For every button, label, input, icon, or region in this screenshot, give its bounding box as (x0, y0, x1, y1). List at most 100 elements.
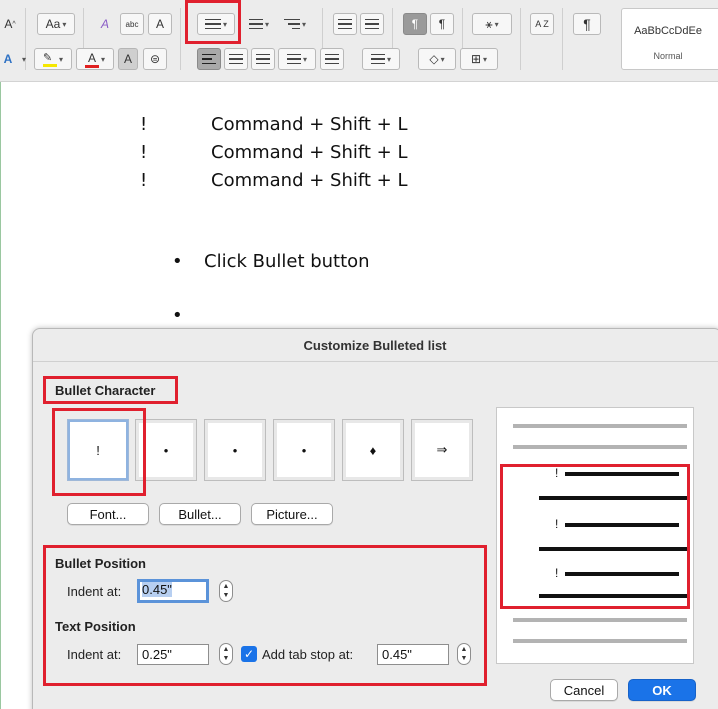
increase-indent-button[interactable] (360, 13, 384, 35)
chevron-down-icon: ▾ (58, 54, 63, 64)
chevron-down-icon: ▾ (302, 54, 307, 64)
text-effects-button[interactable]: A (0, 48, 16, 70)
ltr-button[interactable]: ¶ (403, 13, 427, 35)
font-color-icon: A (84, 51, 99, 68)
ribbon-toolbar: A ^ Aa ▾ A abc A ▾ ▾ ▾ ¶ ¶ ⚹ ▾ A Z ¶ AaBbCc… (0, 0, 718, 82)
line-spacing-icon (370, 53, 385, 65)
font-color-button[interactable]: A ▾ (76, 48, 114, 70)
positions-highlight (43, 545, 487, 686)
character-shading-icon: A (123, 52, 132, 66)
phonetic-guide-button[interactable]: abc (120, 13, 144, 35)
preview-line (513, 639, 687, 643)
chevron-down-icon: ▾ (21, 54, 26, 64)
preview-line (513, 618, 687, 622)
font-button[interactable]: Font... (67, 503, 149, 525)
page-edge (0, 82, 1, 709)
bullet-char-option[interactable]: ♦ (342, 419, 404, 481)
doc-bullet: ! (140, 170, 148, 191)
doc-line-text[interactable]: Command + Shift + L (211, 170, 408, 191)
shading-button[interactable]: ◇ ▾ (418, 48, 456, 70)
sort-button[interactable]: A Z (530, 13, 554, 35)
grow-font-button[interactable]: A ^ (0, 13, 20, 35)
change-case-icon: Aa (45, 17, 61, 31)
doc-line-text[interactable]: Command + Shift + L (211, 114, 408, 135)
chevron-down-icon: ▾ (301, 19, 306, 29)
change-case-button[interactable]: Aa ▾ (37, 13, 75, 35)
chevron-down-icon: ▾ (100, 54, 105, 64)
doc-bullet: • (172, 251, 183, 272)
doc-bullet: • (172, 305, 183, 326)
clear-formatting-icon: A (100, 17, 109, 31)
pilcrow-icon: ¶ (583, 16, 591, 32)
dialog-title: Customize Bulleted list (303, 338, 447, 353)
chevron-down-icon: ▾ (494, 19, 499, 29)
highlighter-icon: ✎ (42, 51, 57, 67)
cancel-button[interactable]: Cancel (550, 679, 618, 701)
style-name: Normal (653, 51, 683, 61)
bullet-char-option[interactable]: • (204, 419, 266, 481)
rtl-button[interactable]: ¶ (430, 13, 454, 35)
clear-formatting-button[interactable]: A (93, 13, 117, 35)
doc-bullet: ! (140, 114, 148, 135)
sort-icon: A Z (535, 19, 549, 29)
character-border-icon: A (155, 17, 164, 31)
show-formatting-button[interactable]: ¶ (573, 13, 601, 35)
bullet-button[interactable]: Bullet... (159, 503, 241, 525)
preview-line (513, 424, 687, 428)
preview-highlight (500, 464, 690, 609)
selected-char-highlight (52, 408, 146, 496)
chevron-down-icon: ▾ (440, 54, 445, 64)
customize-bulleted-list-dialog: Customize Bulleted list Bullet Character… (32, 328, 718, 709)
style-normal[interactable]: AaBbCcDdEe Normal (621, 8, 718, 70)
decrease-indent-button[interactable] (333, 13, 357, 35)
bullet-char-option[interactable]: • (273, 419, 335, 481)
picture-button[interactable]: Picture... (251, 503, 333, 525)
chevron-down-icon: ▾ (483, 54, 488, 64)
numbering-icon (248, 18, 263, 30)
character-shading-button[interactable]: A (118, 48, 138, 70)
character-border-button[interactable]: A (148, 13, 172, 35)
style-sample-text: AaBbCcDdEe (634, 25, 702, 37)
align-center-icon (229, 53, 243, 65)
borders-button[interactable]: ⊞ ▾ (460, 48, 498, 70)
rtl-icon: ¶ (438, 17, 446, 31)
chevron-down-icon: ▾ (62, 19, 67, 29)
bullet-character-highlight (43, 376, 178, 404)
ribbon-separator (520, 8, 521, 70)
ribbon-separator (562, 8, 563, 70)
align-left-icon (202, 53, 216, 65)
asian-layout-icon: ⚹ (485, 16, 493, 31)
decrease-indent-icon (338, 18, 352, 30)
highlight-color-button[interactable]: ✎ ▾ (34, 48, 72, 70)
text-effects-icon: A (3, 52, 13, 66)
align-center-button[interactable] (224, 48, 248, 70)
asian-layout-button[interactable]: ⚹ ▾ (472, 13, 512, 35)
bullet-char-option[interactable]: ⇒ (411, 419, 473, 481)
distributed-button[interactable] (320, 48, 344, 70)
chevron-down-icon: ▾ (264, 19, 269, 29)
enclose-characters-icon: ⊜ (149, 52, 161, 66)
multilevel-list-button[interactable]: ▾ (276, 13, 314, 35)
increase-indent-icon (365, 18, 379, 30)
ribbon-separator (180, 8, 181, 70)
ltr-icon: ¶ (411, 17, 419, 31)
line-spacing-button[interactable]: ▾ (362, 48, 400, 70)
preview-line (513, 445, 687, 449)
bullets-button-highlight (185, 0, 241, 44)
enclose-characters-button[interactable]: ⊜ (143, 48, 167, 70)
doc-bullet: ! (140, 142, 148, 163)
ok-button[interactable]: OK (628, 679, 696, 701)
borders-icon: ⊞ (470, 52, 482, 66)
doc-line-text[interactable]: Click Bullet button (204, 251, 370, 272)
justify-icon (286, 53, 301, 65)
text-effects-dropdown[interactable]: ▾ (17, 48, 29, 70)
justify-button[interactable]: ▾ (278, 48, 316, 70)
align-right-icon (256, 53, 270, 65)
paint-bucket-icon: ◇ (429, 52, 439, 66)
numbering-button[interactable]: ▾ (244, 13, 274, 35)
multilevel-list-icon (283, 18, 300, 30)
doc-line-text[interactable]: Command + Shift + L (211, 142, 408, 163)
distributed-icon (325, 53, 339, 65)
align-right-button[interactable] (251, 48, 275, 70)
align-left-button[interactable] (197, 48, 221, 70)
